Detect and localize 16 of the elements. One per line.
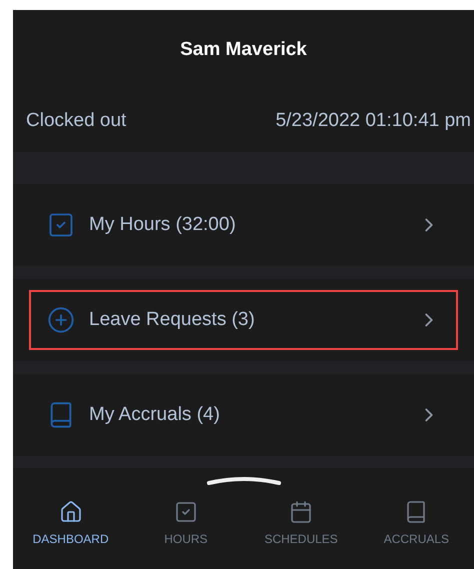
clock-status: Clocked out [26,108,126,133]
calendar-icon [289,500,314,524]
user-name: Sam Maverick [180,38,307,62]
checkbox-icon [174,500,198,524]
plus-circle-icon [47,306,75,334]
checkbox-icon [47,211,75,239]
nav-tab[interactable]: HOURS [128,500,244,548]
drag-handle-icon[interactable] [206,476,282,486]
menu-item[interactable]: My Accruals (4) [29,385,458,445]
nav-tab[interactable]: ACCRUALS [358,500,474,548]
menu-item[interactable]: Leave Requests (3) [29,290,458,350]
nav-tab[interactable]: SCHEDULES [244,500,359,548]
menu-item[interactable]: My Hours (32:00) [29,195,458,255]
home-icon [58,500,83,524]
timestamp: 5/23/2022 01:10:41 pm [276,108,471,133]
nav-tab[interactable]: DASHBOARD [13,500,128,548]
